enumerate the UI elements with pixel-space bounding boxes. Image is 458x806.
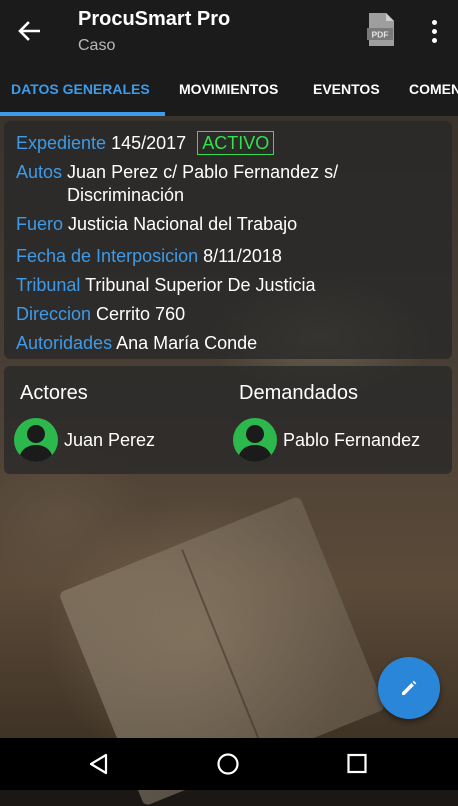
demandado-name: Pablo Fernandez: [283, 429, 421, 450]
tribunal-value: Tribunal Superior De Justicia: [85, 275, 316, 295]
actor-item[interactable]: Juan Perez: [14, 418, 155, 462]
pdf-file-icon: PDF: [367, 13, 394, 46]
fecha-label: Fecha de Interposicion: [16, 246, 199, 266]
pdf-label: PDF: [372, 30, 389, 40]
app-subtitle: Caso: [78, 37, 116, 54]
pdf-export-button[interactable]: PDF: [366, 12, 398, 48]
direccion-value: Cerrito 760: [96, 304, 186, 324]
system-nav-bar: [0, 738, 458, 790]
fuero-label: Fuero: [16, 214, 64, 234]
edit-fab-button[interactable]: [378, 657, 440, 719]
expediente-value: 145/2017: [111, 133, 187, 153]
person-avatar-icon: [233, 418, 277, 462]
autoridades-value: Ana María Conde: [116, 333, 258, 353]
back-button[interactable]: [14, 16, 44, 46]
case-details-card: Expediente 145/2017 ACTIVO Autos Juan Pe…: [4, 121, 452, 359]
nav-back-icon: [89, 753, 108, 775]
autos-label: Autos: [16, 162, 63, 182]
tab-eventos[interactable]: EVENTOS: [313, 70, 380, 116]
nav-home-button[interactable]: [216, 752, 242, 776]
tab-comentarios[interactable]: COMENTARIOS: [409, 70, 458, 116]
more-options-button[interactable]: [420, 14, 448, 48]
expediente-row: Expediente 145/2017 ACTIVO: [16, 131, 275, 155]
fecha-value: 8/11/2018: [203, 246, 282, 266]
nav-back-button[interactable]: [87, 752, 113, 776]
demandados-heading: Demandados: [239, 382, 358, 404]
tribunal-row: Tribunal Tribunal Superior De Justicia: [16, 274, 316, 297]
person-avatar-icon: [14, 418, 58, 462]
tab-movimientos[interactable]: MOVIMIENTOS: [179, 70, 278, 116]
fecha-row: Fecha de Interposicion 8/11/2018: [16, 245, 282, 268]
demandado-item[interactable]: Pablo Fernandez: [233, 418, 420, 462]
nav-recents-icon: [347, 753, 367, 774]
autoridades-row: Autoridades Ana María Conde: [16, 332, 257, 355]
autos-value: Juan Perez c/ Pablo Fernandez s/ Discrim…: [67, 162, 339, 205]
actor-name: Juan Perez: [64, 429, 156, 450]
tribunal-label: Tribunal: [16, 275, 81, 295]
fuero-value: Justicia Nacional del Trabajo: [68, 214, 298, 234]
pencil-edit-icon: [402, 680, 417, 695]
fuero-row: Fuero Justicia Nacional del Trabajo: [16, 213, 297, 236]
direccion-row: Direccion Cerrito 760: [16, 303, 185, 326]
tab-datos-generales[interactable]: DATOS GENERALES: [11, 70, 150, 116]
more-vertical-icon: [431, 19, 437, 25]
tab-bar: DATOS GENERALES MOVIMIENTOS EVENTOS COME…: [0, 70, 458, 116]
app-title: ProcuSmart Pro: [78, 8, 231, 30]
autos-row: Autos Juan Perez c/ Pablo Fernandez s/ D…: [16, 161, 387, 207]
nav-recents-button[interactable]: [346, 752, 372, 776]
actores-heading: Actores: [20, 382, 88, 404]
nav-home-icon: [217, 753, 239, 775]
parties-card: Actores Demandados Juan Perez Pablo Fern…: [4, 366, 452, 474]
expediente-label: Expediente: [16, 133, 107, 153]
direccion-label: Direccion: [16, 304, 92, 324]
status-badge: ACTIVO: [197, 131, 275, 155]
arrow-left-icon: [18, 21, 40, 41]
app-bar: ProcuSmart Pro Caso PDF: [0, 0, 458, 70]
autoridades-label: Autoridades: [16, 333, 113, 353]
